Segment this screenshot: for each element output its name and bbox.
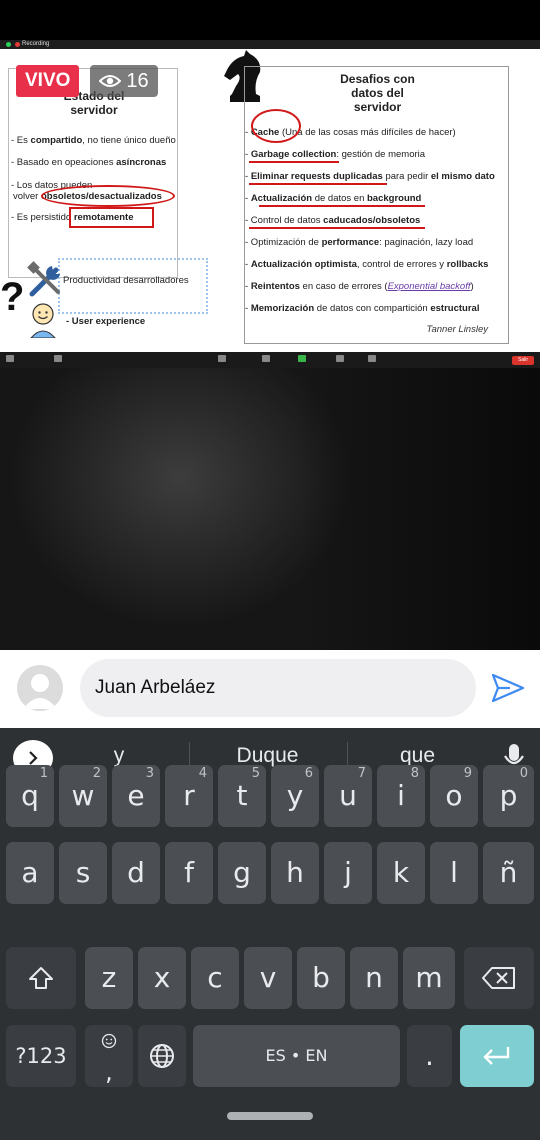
key-l[interactable]: l xyxy=(430,842,478,904)
right-bullet: - Optimización de performance: paginació… xyxy=(245,237,474,248)
exponential-backoff-link: Exponential backoff xyxy=(387,281,471,292)
status-strip xyxy=(0,0,540,40)
reactions-icon[interactable] xyxy=(368,355,376,362)
right-bullet: - Garbage collection: gestión de memoria xyxy=(245,149,426,160)
key-f[interactable]: f xyxy=(165,842,213,904)
key-enye[interactable]: ñ xyxy=(483,842,534,904)
key-x[interactable]: x xyxy=(138,947,186,1009)
server-data-challenges-card: Desafios con datos del servidor - Cache … xyxy=(244,66,509,344)
key-w[interactable]: w2 xyxy=(59,765,107,827)
live-badge: VIVO xyxy=(16,65,80,97)
meeting-toolbar: Salir xyxy=(0,352,540,368)
backspace-icon xyxy=(482,967,515,989)
key-m[interactable]: m xyxy=(403,947,455,1009)
comma-label: , xyxy=(105,1058,113,1086)
leave-button[interactable]: Salir xyxy=(512,356,534,365)
space-key[interactable]: ES • EN xyxy=(193,1025,400,1087)
comment-input[interactable] xyxy=(80,659,476,717)
viewer-count: 16 xyxy=(90,65,158,97)
period-key[interactable]: . xyxy=(407,1025,452,1087)
key-v[interactable]: v xyxy=(244,947,292,1009)
eye-icon xyxy=(99,75,122,87)
viewer-count-value: 16 xyxy=(126,70,149,92)
video-icon[interactable] xyxy=(54,355,62,362)
key-o[interactable]: o9 xyxy=(430,765,478,827)
shift-icon xyxy=(29,967,53,989)
home-indicator[interactable] xyxy=(227,1112,313,1120)
selection-box xyxy=(58,258,208,314)
key-d[interactable]: d xyxy=(112,842,160,904)
key-c[interactable]: c xyxy=(191,947,239,1009)
participants-icon[interactable] xyxy=(218,355,226,362)
title-line: Desafios con xyxy=(340,72,415,86)
title-line: servidor xyxy=(70,103,118,117)
left-bullet: - Basado en opeaciones asíncronas xyxy=(11,157,167,168)
language-key[interactable] xyxy=(138,1025,186,1087)
recording-label: Recording xyxy=(22,41,50,47)
key-h[interactable]: h xyxy=(271,842,319,904)
globe-icon xyxy=(150,1044,174,1068)
right-bullet: - Eliminar requests duplicadas para pedi… xyxy=(245,171,495,182)
key-t[interactable]: t5 xyxy=(218,765,266,827)
key-s[interactable]: s xyxy=(59,842,107,904)
annotation-box xyxy=(69,207,154,228)
key-y[interactable]: y6 xyxy=(271,765,319,827)
key-r[interactable]: r4 xyxy=(165,765,213,827)
avatar xyxy=(17,665,63,711)
productivity-label: Productividad desarrolladores xyxy=(63,275,189,286)
right-bullet: - Reintentos en caso de errores (Exponen… xyxy=(245,281,474,292)
annotation-underline xyxy=(259,205,425,207)
status-dot-icon xyxy=(6,42,11,47)
key-k[interactable]: k xyxy=(377,842,425,904)
annotation-underline xyxy=(249,161,339,163)
enter-key[interactable] xyxy=(460,1025,534,1087)
key-q[interactable]: q1 xyxy=(6,765,54,827)
key-j[interactable]: j xyxy=(324,842,372,904)
key-p[interactable]: p0 xyxy=(483,765,534,827)
record-dot-icon xyxy=(15,42,20,47)
right-bullet: - Control de datos caducados/obsoletos xyxy=(245,215,421,226)
challenges-title: Desafios con datos del servidor xyxy=(245,72,510,114)
key-i[interactable]: i8 xyxy=(377,765,425,827)
recording-bar: Recording xyxy=(0,40,540,49)
record-icon[interactable] xyxy=(336,355,344,362)
shift-key[interactable] xyxy=(6,947,76,1009)
question-mark: ? xyxy=(0,275,25,319)
on-screen-keyboard: y Duque que q1 w2 e3 r4 t5 y6 u7 i8 o9 p… xyxy=(0,728,540,1140)
left-bullet: - Es compartido, no tiene único dueño xyxy=(11,135,176,146)
key-a[interactable]: a xyxy=(6,842,54,904)
backspace-key[interactable] xyxy=(464,947,534,1009)
annotation-oval xyxy=(251,109,301,143)
tools-icon xyxy=(27,261,60,297)
right-bullet: - Memorización de datos con compartición… xyxy=(245,303,480,314)
send-icon[interactable] xyxy=(490,672,526,704)
annotation-underline xyxy=(249,227,425,229)
chat-icon[interactable] xyxy=(262,355,270,362)
key-b[interactable]: b xyxy=(297,947,345,1009)
comma-key[interactable]: , xyxy=(85,1025,133,1087)
shared-slide: Recording Estado del servidor - Es compa… xyxy=(0,40,540,352)
right-bullet: - Actualización optimista, control de er… xyxy=(245,259,489,270)
symbols-key[interactable]: ?123 xyxy=(6,1025,76,1087)
right-bullet: - Actualización de datos en background xyxy=(245,193,422,204)
title-line: datos del xyxy=(351,86,404,100)
default-avatar-icon xyxy=(23,674,57,709)
annotation-oval xyxy=(41,185,175,207)
key-u[interactable]: u7 xyxy=(324,765,372,827)
key-z[interactable]: z xyxy=(85,947,133,1009)
user-experience-label: - User experience xyxy=(66,316,146,327)
mic-icon[interactable] xyxy=(6,355,14,362)
user-face-icon xyxy=(30,303,56,338)
annotation-underline xyxy=(249,183,387,185)
slide-author: Tanner Linsley xyxy=(426,324,488,335)
comment-bar xyxy=(0,650,540,728)
camera-video xyxy=(0,368,540,650)
enter-icon xyxy=(483,1047,510,1065)
share-screen-icon[interactable] xyxy=(298,355,306,362)
server-state-card: Estado del servidor - Es compartido, no … xyxy=(8,68,178,278)
key-e[interactable]: e3 xyxy=(112,765,160,827)
key-n[interactable]: n xyxy=(350,947,398,1009)
key-g[interactable]: g xyxy=(218,842,266,904)
chevron-right-icon xyxy=(29,751,38,765)
